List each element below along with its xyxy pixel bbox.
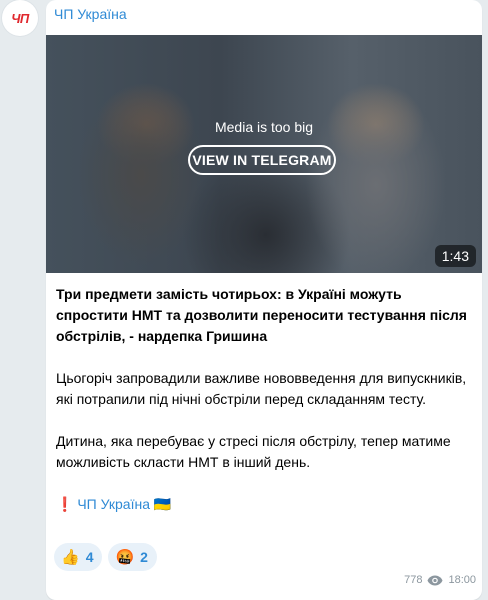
post-headline: Три предмети замість чотирьох: в Україні… — [56, 286, 467, 344]
signature-channel-link[interactable]: ЧП Україна — [77, 496, 150, 512]
exclamation-icon: ❗️ — [56, 496, 74, 512]
channel-avatar[interactable]: ЧП — [2, 0, 38, 36]
thumbs-up-icon: 👍 — [61, 549, 80, 566]
angry-face-icon: 🤬 — [115, 549, 135, 566]
message-bubble: ЧП Україна Media is too big VIEW IN TELE… — [46, 0, 482, 600]
post-text: Три предмети замість чотирьох: в Україні… — [56, 284, 474, 536]
channel-name-link[interactable]: ЧП Україна — [54, 6, 127, 22]
message-meta: 778 18:00 — [404, 574, 476, 586]
video-preview[interactable]: Media is too big VIEW IN TELEGRAM 1:43 — [46, 35, 482, 273]
video-duration-badge: 1:43 — [434, 245, 476, 267]
post-signature: ❗️ ЧП Україна 🇺🇦 — [56, 494, 474, 515]
reactions-bar: 👍 4 🤬 2 — [54, 543, 157, 571]
reaction-count: 2 — [140, 549, 148, 565]
post-paragraph-1: Цьогоріч запровадили важливе нововведенн… — [56, 370, 467, 407]
eye-icon — [427, 575, 443, 586]
message-time: 18:00 — [448, 574, 476, 586]
ukraine-flag-icon: 🇺🇦 — [153, 496, 172, 512]
avatar-label: ЧП — [11, 10, 29, 26]
reaction-thumbs-up[interactable]: 👍 4 — [54, 543, 103, 571]
view-count: 778 — [404, 574, 423, 586]
post-paragraph-2: Дитина, яка перебуває у стресі після обс… — [56, 433, 451, 470]
media-too-big-message: Media is too big — [214, 119, 314, 135]
reaction-angry-face[interactable]: 🤬 2 — [108, 543, 157, 571]
view-in-telegram-button[interactable]: VIEW IN TELEGRAM — [188, 145, 336, 175]
reaction-count: 4 — [85, 549, 94, 565]
